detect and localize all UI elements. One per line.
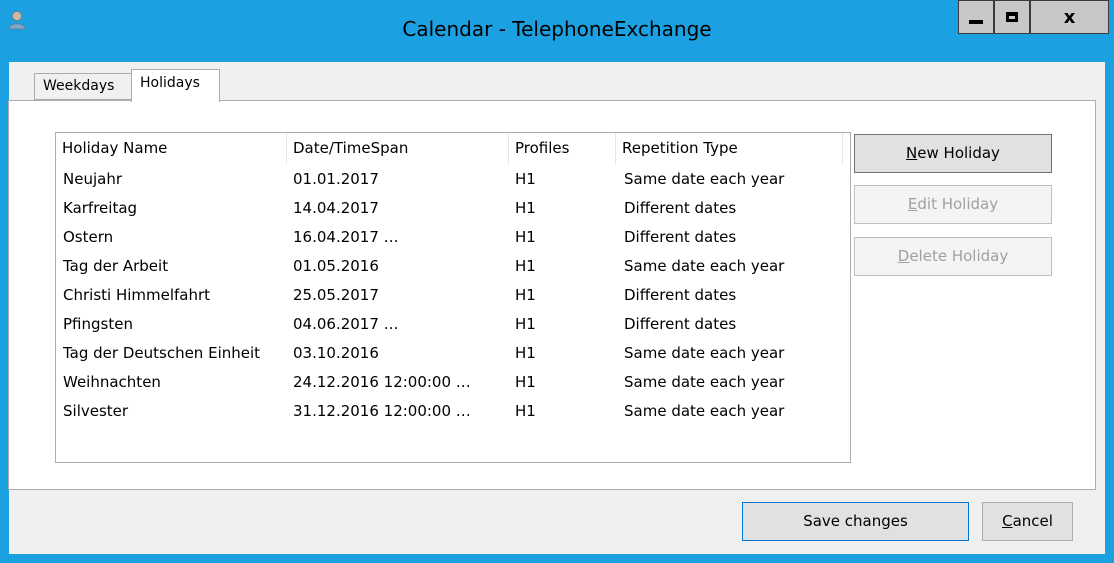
holidays-panel: Holiday Name Date/TimeSpan Profiles Repe… bbox=[8, 100, 1096, 490]
profile-cell: H1 bbox=[515, 373, 536, 391]
date-cell: 14.04.2017 bbox=[293, 199, 379, 217]
table-row[interactable]: Tag der Arbeit 01.05.2016 H1 Same date each… bbox=[56, 252, 850, 281]
profile-cell: H1 bbox=[515, 257, 536, 275]
calendar-window: Calendar - TelephoneExchange x Weekdays … bbox=[0, 0, 1114, 563]
title-bar[interactable]: Calendar - TelephoneExchange x bbox=[0, 0, 1114, 62]
delete-holiday-button[interactable]: Delete Holiday bbox=[854, 237, 1052, 276]
table-row[interactable]: Ostern 16.04.2017 … H1 Different dates bbox=[56, 223, 850, 252]
minimize-button[interactable] bbox=[958, 0, 994, 34]
table-row[interactable]: Weihnachten 24.12.2016 12:00:00 … H1 Same d… bbox=[56, 368, 850, 397]
profile-cell: H1 bbox=[515, 402, 536, 420]
profile-cell: H1 bbox=[515, 286, 536, 304]
date-cell: 03.10.2016 bbox=[293, 344, 379, 362]
cancel-button[interactable]: Cancel bbox=[982, 502, 1073, 541]
holiday-name-cell: Ostern bbox=[63, 228, 114, 246]
date-cell: 25.05.2017 bbox=[293, 286, 379, 304]
holiday-list[interactable]: Holiday Name Date/TimeSpan Profiles Repe… bbox=[55, 132, 851, 463]
table-row[interactable]: Christi Himmelfahrt 25.05.2017 H1 Different… bbox=[56, 281, 850, 310]
edit-holiday-label: dit Holiday bbox=[917, 195, 999, 213]
holiday-name-cell: Christi Himmelfahrt bbox=[63, 286, 211, 304]
table-row[interactable]: Silvester 31.12.2016 12:00:00 … H1 Same dat… bbox=[56, 397, 850, 426]
column-holiday-name[interactable]: Holiday Name bbox=[56, 133, 287, 164]
maximize-button[interactable] bbox=[994, 0, 1030, 34]
repetition-cell: Different dates bbox=[624, 315, 737, 333]
repetition-cell: Same date each year bbox=[624, 373, 785, 391]
date-cell: 31.12.2016 12:00:00 … bbox=[293, 402, 471, 420]
edit-holiday-button[interactable]: Edit Holiday bbox=[854, 185, 1052, 224]
profile-cell: H1 bbox=[515, 315, 536, 333]
profile-cell: H1 bbox=[515, 170, 536, 188]
delete-holiday-mnemonic: D bbox=[897, 247, 910, 265]
table-row[interactable]: Neujahr 01.01.2017 H1 Same date each year bbox=[56, 165, 850, 194]
tab-weekdays[interactable]: Weekdays bbox=[34, 73, 133, 100]
repetition-cell: Same date each year bbox=[624, 170, 785, 188]
minimize-icon bbox=[969, 20, 983, 24]
repetition-cell: Different dates bbox=[624, 286, 737, 304]
holiday-name-cell: Pfingsten bbox=[63, 315, 133, 333]
date-cell: 16.04.2017 … bbox=[293, 228, 399, 246]
column-date-timespan[interactable]: Date/TimeSpan bbox=[287, 133, 509, 164]
new-holiday-label: ew Holiday bbox=[917, 144, 1000, 162]
table-row[interactable]: Tag der Deutschen Einheit 03.10.2016 H1 Sam… bbox=[56, 339, 850, 368]
holiday-name-cell: Weihnachten bbox=[63, 373, 161, 391]
column-repetition-type[interactable]: Repetition Type bbox=[616, 133, 843, 164]
new-holiday-mnemonic: N bbox=[906, 144, 918, 162]
profile-cell: H1 bbox=[515, 228, 536, 246]
date-cell: 01.01.2017 bbox=[293, 170, 379, 188]
profile-cell: H1 bbox=[515, 199, 536, 217]
holiday-name-cell: Neujahr bbox=[63, 170, 122, 188]
delete-holiday-label: elete Holiday bbox=[909, 247, 1009, 265]
date-cell: 01.05.2016 bbox=[293, 257, 379, 275]
repetition-cell: Different dates bbox=[624, 228, 737, 246]
cancel-mnemonic: C bbox=[1002, 512, 1013, 530]
profile-cell: H1 bbox=[515, 344, 536, 362]
list-header: Holiday Name Date/TimeSpan Profiles Repe… bbox=[56, 133, 850, 164]
client-area: Weekdays Holidays Holiday Name Date/Time… bbox=[8, 62, 1105, 554]
table-row[interactable]: Pfingsten 04.06.2017 … H1 Different dates bbox=[56, 310, 850, 339]
holiday-name-cell: Silvester bbox=[63, 402, 129, 420]
repetition-cell: Different dates bbox=[624, 199, 737, 217]
table-row[interactable]: Karfreitag 14.04.2017 H1 Different dates bbox=[56, 194, 850, 223]
cancel-label: ancel bbox=[1012, 512, 1053, 530]
column-profiles[interactable]: Profiles bbox=[509, 133, 616, 164]
maximize-icon bbox=[1006, 12, 1018, 22]
holiday-name-cell: Karfreitag bbox=[63, 199, 138, 217]
window-title: Calendar - TelephoneExchange bbox=[402, 17, 712, 41]
date-cell: 24.12.2016 12:00:00 … bbox=[293, 373, 471, 391]
holiday-name-cell: Tag der Arbeit bbox=[63, 257, 169, 275]
repetition-cell: Same date each year bbox=[624, 257, 785, 275]
date-cell: 04.06.2017 … bbox=[293, 315, 399, 333]
new-holiday-button[interactable]: New Holiday bbox=[854, 134, 1052, 173]
close-button[interactable]: x bbox=[1030, 0, 1109, 34]
close-icon: x bbox=[1063, 6, 1076, 28]
edit-holiday-mnemonic: E bbox=[907, 195, 918, 213]
repetition-cell: Same date each year bbox=[624, 402, 785, 420]
save-changes-button[interactable]: Save changes bbox=[742, 502, 969, 541]
holiday-name-cell: Tag der Deutschen Einheit bbox=[63, 344, 261, 362]
tab-holidays[interactable]: Holidays bbox=[131, 69, 220, 102]
repetition-cell: Same date each year bbox=[624, 344, 785, 362]
